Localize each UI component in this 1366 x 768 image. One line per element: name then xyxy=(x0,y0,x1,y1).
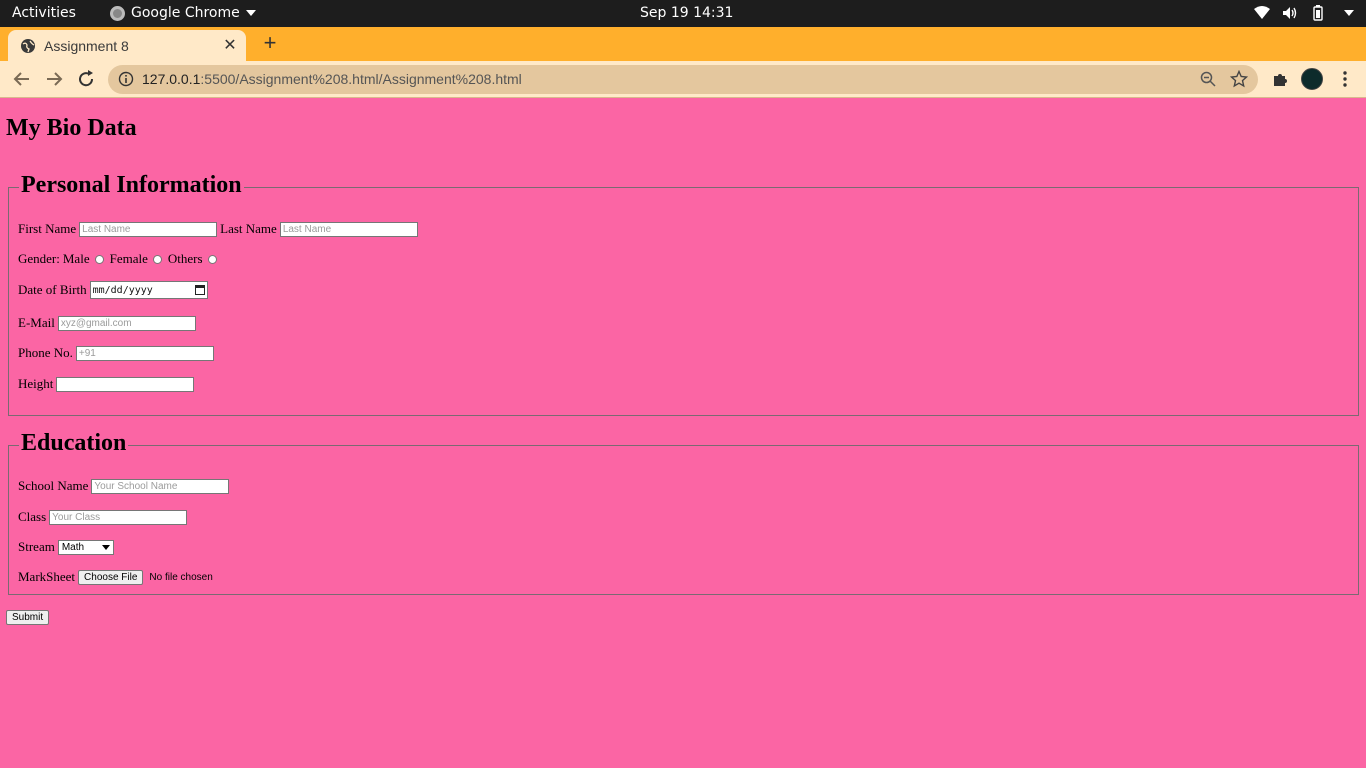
gender-male-radio[interactable] xyxy=(94,254,104,264)
email-input[interactable]: xyz@gmail.com xyxy=(57,315,196,331)
profile-avatar[interactable] xyxy=(1301,68,1323,90)
email-row: E-Mail xyz@gmail.com xyxy=(18,315,196,331)
choose-file-button[interactable]: Choose File xyxy=(78,569,144,585)
address-bar[interactable]: 127.0.0.1:5500/Assignment%208.html/Assig… xyxy=(108,65,1258,94)
first-name-input[interactable]: Last Name xyxy=(79,221,218,237)
file-status-text: No file chosen xyxy=(149,571,213,583)
gender-others-radio[interactable] xyxy=(207,254,217,264)
app-menu[interactable]: Google Chrome xyxy=(110,5,256,21)
new-tab-button[interactable]: + xyxy=(259,32,281,55)
globe-icon xyxy=(21,38,35,53)
phone-row: Phone No. +91 xyxy=(18,345,214,361)
gender-label: Gender: xyxy=(18,251,60,266)
stream-label: Stream xyxy=(18,539,55,554)
personal-info-fieldset: Personal Information First Name Last Nam… xyxy=(8,172,1359,416)
dob-value: mm/dd/yyyy xyxy=(92,284,153,296)
last-name-input[interactable]: Last Name xyxy=(279,221,418,237)
education-fieldset: Education School Name Your School Name C… xyxy=(8,430,1359,595)
marksheet-label: MarkSheet xyxy=(18,569,76,584)
tab-strip: Assignment 8 ✕ xyxy=(0,27,1366,61)
dob-label: Date of Birth xyxy=(18,282,87,297)
stream-row: Stream Math xyxy=(18,539,114,555)
school-name-label: School Name xyxy=(18,478,89,493)
dob-date-input[interactable]: mm/dd/yyyy xyxy=(89,281,208,299)
page-content: My Bio Data Personal Information First N… xyxy=(0,99,1366,768)
height-label: Height xyxy=(18,376,54,391)
app-menu-label: Google Chrome xyxy=(131,5,240,21)
system-tray[interactable] xyxy=(1254,5,1354,21)
gender-option-female-label: Female xyxy=(109,251,148,266)
wifi-icon xyxy=(1254,6,1270,19)
volume-icon xyxy=(1283,7,1297,19)
class-input[interactable]: Your Class xyxy=(49,509,188,525)
submit-button[interactable]: Submit xyxy=(6,610,50,625)
battery-icon xyxy=(1313,5,1323,21)
height-input[interactable] xyxy=(56,376,195,392)
name-row: First Name Last Name Last Name Last Name xyxy=(18,221,418,237)
gender-option-others-label: Others xyxy=(167,251,203,266)
email-label: E-Mail xyxy=(18,315,55,330)
close-icon[interactable]: ✕ xyxy=(222,37,238,54)
system-top-bar: Activities Google Chrome Sep 19 14:31 xyxy=(0,0,1366,27)
reload-icon[interactable] xyxy=(75,68,97,90)
school-name-input[interactable]: Your School Name xyxy=(91,478,230,494)
url-path: :5500/Assignment%208.html/Assignment%208… xyxy=(200,71,522,87)
personal-info-legend: Personal Information xyxy=(19,172,244,199)
stream-select[interactable]: Math xyxy=(57,539,114,555)
forward-arrow-icon[interactable] xyxy=(43,68,65,90)
last-name-label: Last Name xyxy=(220,221,277,236)
stream-selected-value: Math xyxy=(61,541,85,553)
activities-button[interactable]: Activities xyxy=(12,5,76,21)
school-row: School Name Your School Name xyxy=(18,478,230,494)
browser-toolbar: 127.0.0.1:5500/Assignment%208.html/Assig… xyxy=(0,61,1366,98)
gender-female-radio[interactable] xyxy=(152,254,162,264)
back-arrow-icon[interactable] xyxy=(11,68,33,90)
extensions-puzzle-icon[interactable] xyxy=(1271,70,1289,88)
zoom-out-icon[interactable] xyxy=(1200,71,1216,87)
tab-assignment-8[interactable]: Assignment 8 ✕ xyxy=(8,30,246,61)
more-menu-icon[interactable] xyxy=(1336,70,1354,88)
gender-row: Gender: Male Female Others xyxy=(18,251,223,267)
first-name-label: First Name xyxy=(18,221,77,236)
tab-title: Assignment 8 xyxy=(44,37,129,54)
chrome-icon xyxy=(110,5,125,21)
marksheet-row: MarkSheet Choose File No file chosen xyxy=(18,569,213,585)
url-host: 127.0.0.1 xyxy=(142,71,201,87)
chevron-down-icon xyxy=(245,10,256,16)
dob-row: Date of Birth mm/dd/yyyy xyxy=(18,281,208,299)
class-row: Class Your Class xyxy=(18,509,188,525)
class-label: Class xyxy=(18,509,47,524)
chevron-down-icon xyxy=(101,544,110,550)
info-icon[interactable] xyxy=(118,71,134,87)
calendar-icon[interactable] xyxy=(194,285,205,295)
phone-input[interactable]: +91 xyxy=(75,345,214,361)
bookmark-star-icon[interactable] xyxy=(1230,70,1248,88)
gender-option-male-label: Male xyxy=(62,251,90,266)
education-legend: Education xyxy=(19,430,129,457)
chevron-down-icon xyxy=(1344,10,1354,16)
phone-label: Phone No. xyxy=(18,345,73,360)
height-row: Height xyxy=(18,376,195,392)
url-text: 127.0.0.1:5500/Assignment%208.html/Assig… xyxy=(142,71,522,87)
page-title: My Bio Data xyxy=(6,115,137,141)
clock[interactable]: Sep 19 14:31 xyxy=(640,5,733,21)
